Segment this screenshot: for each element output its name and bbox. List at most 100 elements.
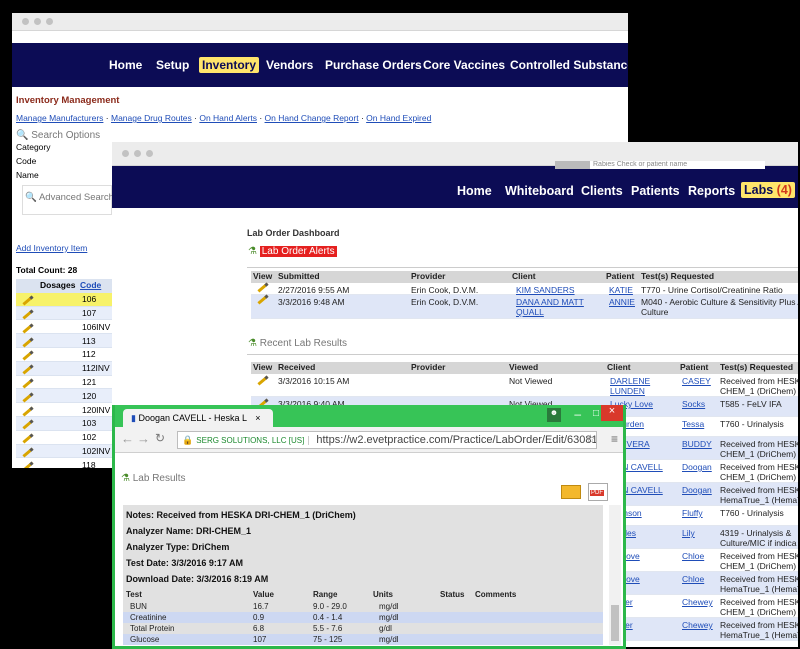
nav-home[interactable]: Home [109,58,142,72]
edit-pencil-icon[interactable] [16,391,52,403]
patient-link[interactable]: Fluffy [682,508,703,518]
recent-header-row: View Received Provider Viewed Client Pat… [251,362,798,374]
scrollbar-thumb[interactable] [611,605,619,641]
minimize-icon[interactable]: – [574,407,581,421]
edit-pencil-icon[interactable] [16,308,52,320]
scrollbar[interactable] [609,505,621,645]
on-hand-expired-link[interactable]: On Hand Expired [366,113,431,123]
lab-results-popup: ▮ Doogan CAVELL - Heska L × ☻ – □ × ← → … [112,405,626,649]
test-cell: Received from HESKA [720,574,798,584]
patient-link[interactable]: CASEY [682,376,711,386]
nav-vendors[interactable]: Vendors [266,58,313,72]
on-hand-change-report-link[interactable]: On Hand Change Report [265,113,359,123]
close-dot[interactable] [122,150,129,157]
manage-drug-routes-link[interactable]: Manage Drug Routes [111,113,192,123]
test-date: Test Date: 3/3/2016 9:17 AM [126,558,244,568]
nav-purchase-orders[interactable]: Purchase Orders [325,58,422,72]
patient-link[interactable]: Lily [682,528,695,538]
nav-clients[interactable]: Clients [581,184,623,198]
edit-pencil-icon[interactable] [16,460,52,468]
profile-icon[interactable]: ☻ [547,408,561,422]
close-icon[interactable]: × [601,405,623,421]
tab-close-icon[interactable]: × [255,413,260,423]
patient-link[interactable]: Chewey [682,597,713,607]
bookmark-star-icon[interactable]: ☆ [585,432,596,446]
edit-pencil-icon[interactable] [16,377,52,389]
search-button[interactable] [555,161,595,169]
edit-pencil-icon[interactable] [16,294,52,306]
patient-link[interactable]: Chloe [682,551,704,561]
search-options-header[interactable]: 🔍 Search Options [16,130,100,141]
patient-link[interactable]: Tessa [682,419,704,429]
edit-pencil-icon[interactable] [16,349,52,361]
pencil-icon [22,461,34,468]
edit-pencil-icon[interactable] [16,432,52,444]
email-icon[interactable] [561,485,581,499]
patient-link[interactable]: Chewey [682,620,713,630]
client-link[interactable]: DARLENE [610,376,650,386]
nav-whiteboard[interactable]: Whiteboard [505,184,574,198]
range-cell: 9.0 - 29.0 [313,602,347,611]
report-box: Notes: Received from HESKA DRI-CHEM_1 (D… [123,505,603,645]
close-dot[interactable] [22,18,29,25]
pencil-icon [22,337,34,348]
add-inventory-item-link[interactable]: Add Inventory Item [16,243,87,253]
dosages-header[interactable]: Dosages [16,280,76,290]
test-cell: T760 - Urinalysis [720,419,784,429]
nav-inventory[interactable]: Inventory [199,57,260,73]
edit-pencil-icon[interactable] [16,446,52,458]
patient-link[interactable]: Socks [682,399,705,409]
patient-search-input[interactable]: Rabies Check or patient name [590,161,765,169]
zoom-dot[interactable] [46,18,53,25]
nav-core-vaccines[interactable]: Core Vaccines [423,58,505,72]
inventory-table: Dosages Code 106 107 106INV 113 112 112INV 121… [16,279,112,468]
test-name-cell: BUN [130,602,147,611]
manage-manufacturers-link[interactable]: Manage Manufacturers [16,113,103,123]
minimize-dot[interactable] [34,18,41,25]
nav-reports[interactable]: Reports [688,184,735,198]
test-cell: Received from HESKA [720,485,798,495]
edit-pencil-icon[interactable] [16,322,52,334]
edit-pencil-icon[interactable] [16,363,52,375]
patient-link[interactable]: Doogan [682,485,712,495]
maximize-icon[interactable]: □ [593,408,599,419]
code-header[interactable]: Code [76,280,101,290]
client-link[interactable]: DANA AND MATT [516,297,584,307]
advanced-search-box[interactable]: 🔍 Advanced Search [22,185,114,215]
back-icon[interactable]: ← [121,431,134,446]
browser-tab[interactable]: ▮ Doogan CAVELL - Heska L × [123,409,273,427]
patient-link[interactable]: BUDDY [682,439,712,449]
nav-patients[interactable]: Patients [631,184,680,198]
test-name-cell: Total Protein [130,624,175,633]
nav-controlled-substances[interactable]: Controlled Substances [510,58,628,72]
patient-link[interactable]: ANNIE [609,297,635,307]
menu-icon[interactable]: ≡ [611,432,618,446]
test-cell: T770 - Urine Cortisol/Creatinine Ratio [641,285,783,295]
client-link-cont[interactable]: QUALL [516,307,544,317]
client-link-cont[interactable]: LUNDEN [610,386,645,396]
nav-labs[interactable]: Labs (4) [741,182,795,198]
pencil-icon [22,378,34,389]
edit-pencil-icon[interactable] [16,336,52,348]
code-cell: 103 [82,418,97,429]
reload-icon[interactable]: ↻ [155,431,165,445]
test-cell: Received from HESKA [720,620,798,630]
patient-link[interactable]: Chloe [682,574,704,584]
edit-pencil-icon[interactable] [16,418,52,430]
client-link[interactable]: KIM SANDERS [516,285,575,295]
patient-link[interactable]: KATIE [609,285,633,295]
zoom-dot[interactable] [146,150,153,157]
nav-setup[interactable]: Setup [156,58,189,72]
on-hand-alerts-link[interactable]: On Hand Alerts [199,113,257,123]
filter-code-label: Code [16,156,37,166]
nav-home[interactable]: Home [457,184,492,198]
result-row: Total Protein 6.8 5.5 - 7.6 g/dl [123,623,603,634]
test-cell: Received from HESKA [720,376,798,386]
patient-link[interactable]: Doogan [682,462,712,472]
forward-icon[interactable]: → [137,431,150,446]
pdf-icon[interactable]: PDF [588,483,608,501]
test-cell-cont: CHEM_1 (DriChem) [720,561,797,571]
edit-pencil-icon[interactable] [16,405,52,417]
url-input[interactable]: 🔒 SERG SOLUTIONS, LLC [US] https://w2.ev… [177,431,597,449]
minimize-dot[interactable] [134,150,141,157]
